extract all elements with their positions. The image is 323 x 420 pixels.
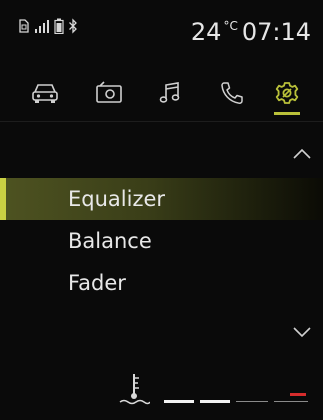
gauge-segment-2 <box>200 400 230 403</box>
gauge-segment-1 <box>164 400 194 403</box>
gauge-alert-marker <box>290 393 306 396</box>
gauge-segment-3 <box>236 401 268 402</box>
tab-music[interactable] <box>154 76 188 110</box>
chevron-down-icon <box>293 327 311 338</box>
car-icon <box>32 84 58 103</box>
list-item-label: Balance <box>68 229 152 253</box>
status-icons <box>18 18 78 34</box>
coolant-temperature-icon <box>119 374 150 405</box>
tab-divider <box>0 121 323 122</box>
signal-strength-icon <box>35 20 49 33</box>
music-note-icon <box>159 82 180 103</box>
scroll-up-button[interactable] <box>288 144 316 164</box>
list-item-fader[interactable]: Fader <box>0 262 323 304</box>
scroll-down-button[interactable] <box>288 322 316 342</box>
sim-icon <box>19 19 29 33</box>
gauge-segment-4 <box>274 401 308 402</box>
tab-settings[interactable] <box>270 76 304 110</box>
bluetooth-icon <box>69 18 77 34</box>
audio-settings-list: Equalizer Balance Fader <box>0 178 323 304</box>
list-item-equalizer[interactable]: Equalizer <box>0 178 323 220</box>
list-item-balance[interactable]: Balance <box>0 220 323 262</box>
tab-media[interactable] <box>92 76 126 110</box>
gear-icon <box>275 82 299 104</box>
chevron-up-icon <box>293 148 311 159</box>
coolant-temperature-gauge <box>118 372 323 412</box>
tab-phone[interactable] <box>214 76 248 110</box>
battery-icon <box>54 18 64 34</box>
outside-temperature: 24 <box>190 18 222 46</box>
tab-vehicle[interactable] <box>28 76 62 110</box>
temperature-unit: °C <box>223 19 238 33</box>
active-tab-indicator <box>274 112 300 115</box>
list-item-label: Equalizer <box>68 187 166 211</box>
status-readout: 24 °C 07:14 <box>191 20 311 44</box>
phone-icon <box>221 82 243 104</box>
radio-icon <box>96 81 122 103</box>
clock: 07:14 <box>241 18 311 46</box>
list-item-label: Fader <box>68 271 126 295</box>
